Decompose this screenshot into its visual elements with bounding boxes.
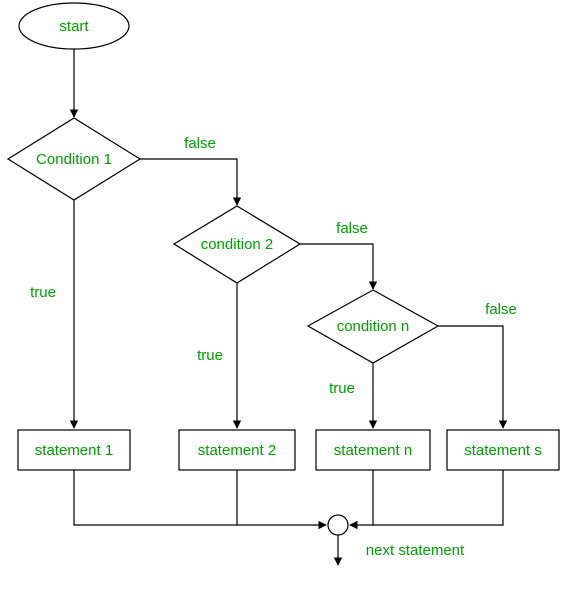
false-label-1: false	[184, 135, 216, 152]
flowchart-diagram: start Condition 1 true false condition 2…	[0, 0, 572, 599]
statement-2-node: statement 2	[179, 430, 295, 470]
edge-cond2-condn	[300, 244, 373, 289]
statement-1-label: statement 1	[35, 442, 113, 459]
statement-1-node: statement 1	[18, 430, 130, 470]
merge-node	[328, 515, 348, 535]
true-label-n: true	[329, 380, 355, 397]
condition-1-label: Condition 1	[36, 151, 112, 168]
edge-stmtn-merge	[350, 470, 373, 525]
edge-stmt1-merge	[74, 470, 326, 525]
condition-2-node: condition 2	[174, 206, 300, 283]
statement-n-label: statement n	[334, 442, 412, 459]
statement-n-node: statement n	[316, 430, 430, 470]
next-statement-label: next statement	[366, 542, 465, 559]
false-label-n: false	[485, 301, 517, 318]
edge-stmts-merge	[373, 470, 503, 525]
condition-2-label: condition 2	[201, 236, 274, 253]
edge-condn-stmts	[438, 326, 503, 428]
statement-s-label: statement s	[464, 442, 542, 459]
false-label-2: false	[336, 220, 368, 237]
statement-s-node: statement s	[447, 430, 559, 470]
condition-n-label: condition n	[337, 318, 410, 335]
true-label-2: true	[197, 347, 223, 364]
start-label: start	[59, 18, 89, 35]
condition-n-node: condition n	[308, 290, 438, 363]
statement-2-label: statement 2	[198, 442, 276, 459]
start-node: start	[19, 3, 129, 49]
edge-cond1-cond2	[140, 159, 237, 205]
true-label-1: true	[30, 284, 56, 301]
condition-1-node: Condition 1	[8, 118, 140, 200]
